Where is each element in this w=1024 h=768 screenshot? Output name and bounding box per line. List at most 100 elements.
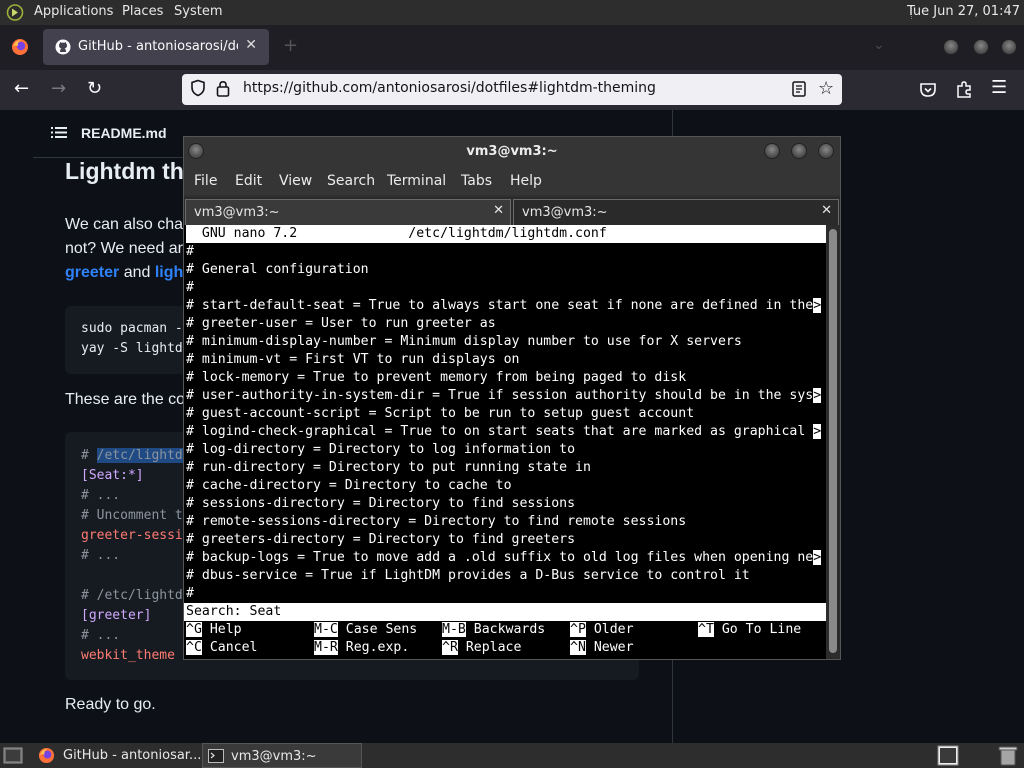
- bookmark-star-icon[interactable]: ☆: [818, 78, 834, 99]
- new-tab-icon[interactable]: +: [283, 35, 298, 56]
- menu-help[interactable]: Help: [510, 173, 542, 189]
- browser-nav-bar: ← → ↻ https://github.com/antoniosarosi/d…: [0, 70, 1024, 110]
- menu-file[interactable]: File: [194, 173, 217, 189]
- terminal-scrollbar[interactable]: [826, 225, 840, 659]
- close-window-button[interactable]: [818, 143, 834, 159]
- file-line: # guest-account-script = Script to be ru…: [186, 406, 695, 421]
- distro-logo-icon[interactable]: [6, 4, 24, 21]
- shortcut-key: ^G: [186, 622, 202, 637]
- file-line: # minimum-vt = First VT to run displays …: [186, 352, 520, 367]
- terminal-tab-2[interactable]: vm3@vm3:~ ✕: [513, 199, 839, 225]
- places-menu[interactable]: Places: [122, 4, 163, 19]
- menu-edit[interactable]: Edit: [235, 173, 262, 189]
- url-bar[interactable]: https://github.com/antoniosarosi/dotfile…: [182, 74, 842, 105]
- forward-arrow-icon[interactable]: →: [51, 78, 66, 99]
- close-tab-icon[interactable]: ✕: [245, 37, 257, 53]
- minimize-window-button[interactable]: [943, 39, 959, 55]
- file-line: # run-directory = Directory to put runni…: [186, 460, 591, 475]
- code-line: # ...: [81, 628, 121, 643]
- lock-icon[interactable]: [216, 80, 230, 97]
- pocket-icon[interactable]: [919, 81, 937, 99]
- reload-icon[interactable]: ↻: [87, 78, 102, 99]
- file-line: # lock-memory = True to prevent memory f…: [186, 370, 687, 385]
- window-menu-button[interactable]: [188, 143, 204, 159]
- tracking-shield-icon[interactable]: [190, 79, 206, 97]
- taskbar-item-terminal[interactable]: vm3@vm3:~: [202, 743, 362, 768]
- lightdm-link[interactable]: ligh: [155, 264, 183, 281]
- terminal-icon: [208, 749, 224, 763]
- menu-search[interactable]: Search: [327, 173, 375, 189]
- shortcut-cancel: ^C Cancel: [186, 639, 257, 657]
- shortcut-key: M-R: [314, 640, 338, 655]
- shortcut-regexp: M-R Reg.exp.: [314, 639, 409, 657]
- shortcut-newer: ^N Newer: [570, 639, 634, 657]
- line-overflow-marker: >: [813, 388, 822, 403]
- terminal-screen[interactable]: GNU nano 7.2 /etc/lightdm/lightdm.conf #…: [184, 225, 826, 659]
- file-line-text: # user-authority-in-system-dir = True if…: [186, 388, 814, 403]
- list-all-tabs-icon[interactable]: ⌄: [873, 37, 885, 53]
- file-line: # remote-sessions-directory = Directory …: [186, 514, 687, 529]
- shortcut-key: M-B: [442, 622, 466, 637]
- maximize-window-button[interactable]: [973, 39, 989, 55]
- reader-view-icon[interactable]: [790, 80, 808, 98]
- search-prompt[interactable]: Search: Seat: [184, 603, 826, 621]
- browser-tab-github[interactable]: GitHub - antoniosarosi/dotf ✕: [43, 29, 269, 65]
- hamburger-menu-icon[interactable]: ☰: [991, 77, 1007, 98]
- close-window-button[interactable]: [1001, 39, 1017, 55]
- extensions-icon[interactable]: [955, 80, 973, 99]
- terminal-tab-label: vm3@vm3:~: [522, 205, 608, 220]
- greeter-link[interactable]: greeter: [65, 264, 119, 281]
- menu-view[interactable]: View: [279, 173, 312, 189]
- readme-filename[interactable]: README.md: [81, 125, 167, 141]
- code-line: # ...: [81, 548, 121, 563]
- menu-tabs[interactable]: Tabs: [461, 173, 492, 189]
- close-tab-icon[interactable]: ✕: [493, 203, 504, 218]
- shortcut-label: Go To Line: [721, 622, 802, 637]
- file-line: #: [186, 244, 194, 259]
- file-line: # backup-logs = True to move add a .old …: [186, 549, 822, 567]
- browser-tab-title: GitHub - antoniosarosi/dotf: [78, 39, 238, 54]
- file-line: # cache-directory = Directory to cache t…: [186, 478, 512, 493]
- taskbar-item-label: vm3@vm3:~: [231, 749, 317, 764]
- menu-terminal[interactable]: Terminal: [387, 173, 446, 189]
- file-line: # logind-check-graphical = True to on st…: [186, 423, 822, 441]
- workspace-switcher-icon[interactable]: [937, 745, 959, 766]
- maximize-window-button[interactable]: [791, 143, 807, 159]
- code-highlight: /etc/lightd: [96, 448, 183, 463]
- system-menu[interactable]: System: [174, 4, 222, 19]
- taskbar-item-firefox[interactable]: GitHub - antoniosar...: [34, 743, 201, 768]
- file-line: # General configuration: [186, 262, 369, 277]
- line-overflow-marker: >: [813, 298, 822, 313]
- close-tab-icon[interactable]: ✕: [821, 203, 832, 218]
- back-arrow-icon[interactable]: ←: [14, 78, 29, 99]
- code-line: # ...: [81, 488, 121, 503]
- applications-menu[interactable]: Applications: [34, 4, 113, 19]
- code-comment-prefix: #: [81, 448, 97, 463]
- file-line-text: # backup-logs = True to move add a .old …: [186, 550, 814, 565]
- terminal-titlebar[interactable]: vm3@vm3:~: [184, 137, 840, 167]
- shortcut-key: ^R: [442, 640, 458, 655]
- file-line-text: # logind-check-graphical = True to on st…: [186, 424, 814, 439]
- trash-icon[interactable]: [996, 745, 1020, 766]
- outline-list-icon[interactable]: [51, 126, 67, 139]
- code-line: webkit_theme: [81, 648, 175, 663]
- paragraph-line: not? We need ar: [65, 240, 184, 257]
- firefox-icon: [38, 747, 55, 764]
- and-text: and: [123, 264, 151, 281]
- show-desktop-icon[interactable]: [3, 746, 23, 765]
- minimize-window-button[interactable]: [764, 143, 780, 159]
- paragraph-line: We can also cha: [65, 216, 183, 233]
- terminal-tab-1[interactable]: vm3@vm3:~ ✕: [185, 199, 511, 225]
- terminal-title: vm3@vm3:~: [466, 144, 558, 159]
- file-line: # greeter-user = User to run greeter as: [186, 316, 496, 331]
- code-line: # /etc/lightd: [81, 448, 183, 463]
- url-text[interactable]: https://github.com/antoniosarosi/dotfile…: [243, 80, 656, 96]
- firefox-icon[interactable]: [11, 38, 29, 56]
- file-line: # greeters-directory = Directory to find…: [186, 532, 576, 547]
- file-line: # sessions-directory = Directory to find…: [186, 496, 576, 511]
- paragraph-line: These are the co: [65, 391, 186, 408]
- shortcut-go-to-line: ^T Go To Line: [698, 621, 801, 639]
- github-icon: [55, 39, 71, 55]
- clock[interactable]: Tue Jun 27, 01:47: [907, 4, 1020, 19]
- scrollbar-thumb[interactable]: [829, 229, 837, 653]
